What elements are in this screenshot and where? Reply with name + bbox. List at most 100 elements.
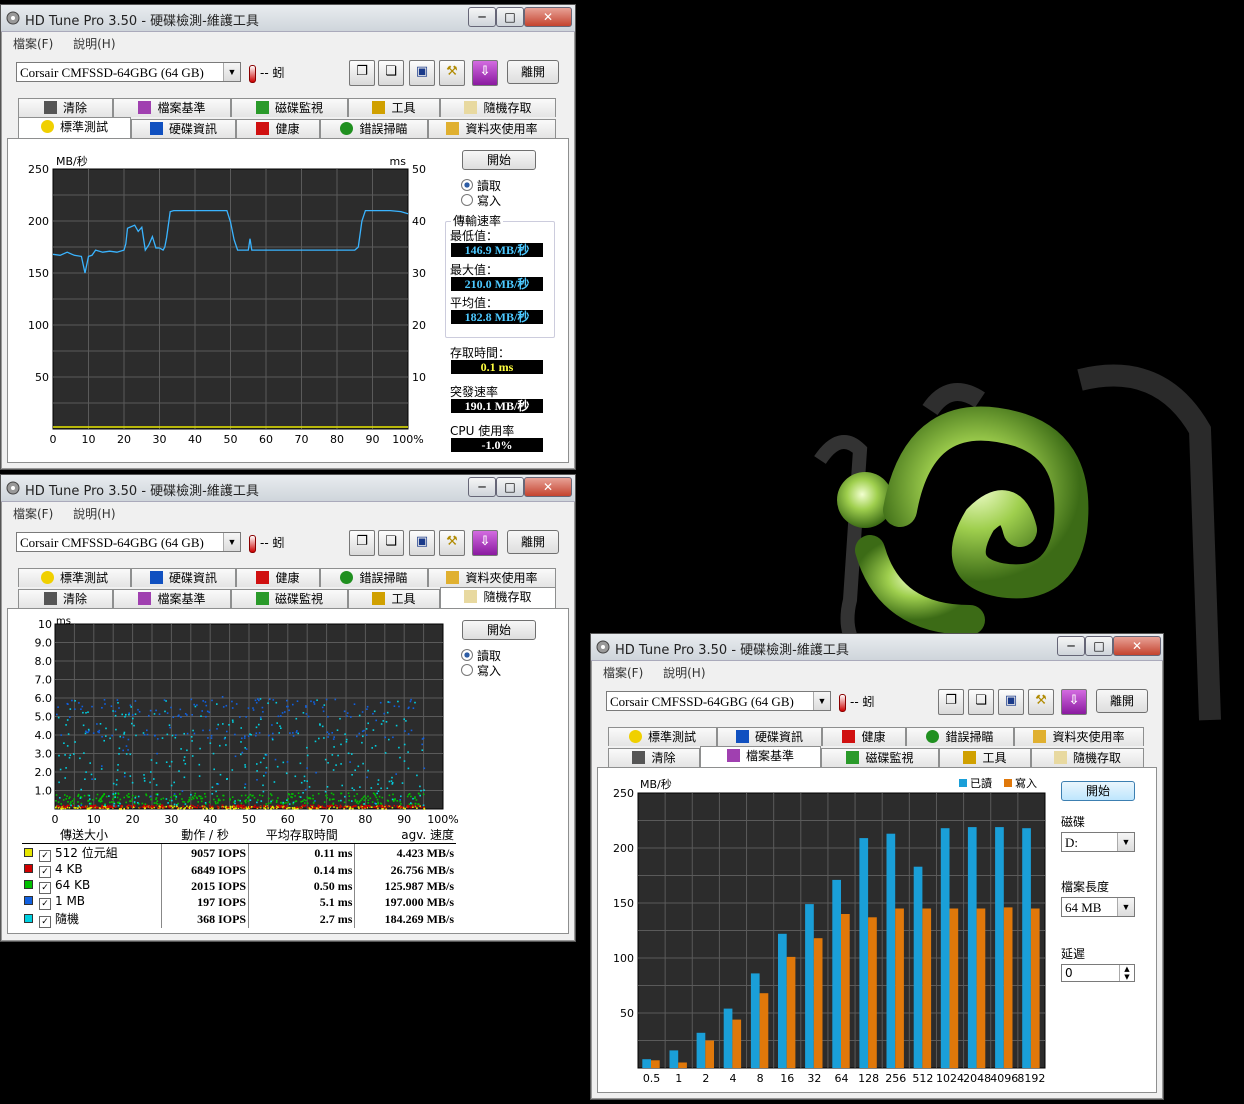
tab-folder-usage[interactable]: 資料夾使用率	[428, 119, 556, 138]
menu-help[interactable]: 說明(H)	[73, 35, 115, 52]
checkbox-checked-icon[interactable]: ✓	[39, 898, 51, 910]
tab-tools[interactable]: 工具	[939, 748, 1031, 767]
drive-select[interactable]: Corsair CMFSSD-64GBG (64 GB) ▼	[16, 532, 241, 552]
maximize-button[interactable]: □	[496, 7, 524, 27]
exit-button[interactable]: 離開	[1096, 689, 1148, 713]
start-button[interactable]: 開始	[1061, 781, 1135, 801]
tab-file-benchmark[interactable]: 檔案基準	[113, 98, 231, 117]
drive-select[interactable]: Corsair CMFSSD-64GBG (64 GB) ▼	[606, 691, 831, 711]
scatter-point	[216, 783, 218, 785]
minimize-button[interactable]: ─	[1057, 636, 1085, 656]
row-size-cell[interactable]: ✓ 隨機	[22, 910, 162, 928]
tab-info[interactable]: 硬碟資訊	[717, 727, 822, 746]
copy-text-button[interactable]: ❐	[938, 689, 964, 715]
tab-benchmark[interactable]: 標準測試	[608, 727, 717, 746]
tab-tools[interactable]: 工具	[348, 98, 440, 117]
tab-random-access[interactable]: 隨機存取	[1031, 748, 1144, 767]
scatter-point	[187, 801, 189, 803]
download-button[interactable]: ⇩	[1061, 689, 1087, 715]
copy-image-button[interactable]: ❏	[378, 60, 404, 86]
tab-erase[interactable]: 清除	[608, 748, 700, 767]
x-tick-label: 1024	[936, 1072, 964, 1085]
exit-button[interactable]: 離開	[507, 60, 559, 84]
close-button[interactable]: ✕	[1113, 636, 1161, 656]
maximize-button[interactable]: □	[1085, 636, 1113, 656]
tab-disk-monitor[interactable]: 磁碟監視	[821, 748, 939, 767]
tab-file-benchmark[interactable]: 檔案基準	[113, 589, 231, 608]
tab-health[interactable]: 健康	[236, 568, 320, 587]
download-button[interactable]: ⇩	[472, 530, 498, 556]
minimize-button[interactable]: ─	[468, 7, 496, 27]
tab-random-access[interactable]: 隨機存取	[440, 98, 556, 117]
start-button[interactable]: 開始	[462, 620, 536, 640]
title-bar[interactable]: HD Tune Pro 3.50 - 硬碟檢測-維護工具 ─ □ ✕	[1, 475, 575, 502]
copy-image-button[interactable]: ❏	[968, 689, 994, 715]
tab-random-access[interactable]: 隨機存取	[440, 587, 556, 608]
download-button[interactable]: ⇩	[472, 60, 498, 86]
scatter-point	[206, 710, 209, 713]
tab-disk-monitor[interactable]: 磁碟監視	[231, 589, 348, 608]
tab-health[interactable]: 健康	[236, 119, 320, 138]
drive-select[interactable]: Corsair CMFSSD-64GBG (64 GB) ▼	[16, 62, 241, 82]
row-size-cell[interactable]: ✓ 4 KB	[22, 862, 162, 878]
tab-erase[interactable]: 清除	[18, 589, 113, 608]
write-radio[interactable]: 寫入	[461, 192, 501, 209]
row-size-cell[interactable]: ✓ 512 位元組	[22, 843, 162, 862]
minimize-button[interactable]: ─	[468, 477, 496, 497]
checkbox-checked-icon[interactable]: ✓	[39, 866, 51, 878]
tab-tools[interactable]: 工具	[348, 589, 440, 608]
tab-folder-usage[interactable]: 資料夾使用率	[428, 568, 556, 587]
scatter-point	[326, 786, 329, 788]
tab-folder-usage[interactable]: 資料夾使用率	[1014, 727, 1144, 746]
tab-benchmark[interactable]: 標準測試	[18, 568, 131, 587]
start-button[interactable]: 開始	[462, 150, 536, 170]
tab-error-scan[interactable]: 錯誤掃瞄	[320, 568, 428, 587]
scatter-point	[322, 806, 325, 809]
copy-text-button[interactable]: ❐	[349, 60, 375, 86]
title-bar[interactable]: HD Tune Pro 3.50 - 硬碟檢測-維護工具 ─ □ ✕	[1, 5, 575, 32]
tab-erase[interactable]: 清除	[18, 98, 113, 117]
checkbox-checked-icon[interactable]: ✓	[39, 882, 51, 894]
row-size-cell[interactable]: ✓ 64 KB	[22, 878, 162, 894]
menu-help[interactable]: 說明(H)	[663, 664, 705, 681]
disk-select[interactable]: D: ▼	[1061, 832, 1135, 852]
tab-benchmark[interactable]: 標準測試	[18, 117, 131, 138]
tab-info[interactable]: 硬碟資訊	[131, 119, 236, 138]
close-button[interactable]: ✕	[524, 7, 572, 27]
save-button[interactable]: ▣	[998, 689, 1024, 715]
tab-error-scan[interactable]: 錯誤掃瞄	[320, 119, 428, 138]
scatter-point	[172, 807, 174, 809]
exit-button[interactable]: 離開	[507, 530, 559, 554]
tab-file-benchmark[interactable]: 檔案基準	[700, 746, 821, 767]
options-button[interactable]: ⚒	[439, 60, 465, 86]
maximize-button[interactable]: □	[496, 477, 524, 497]
copy-text-button[interactable]: ❐	[349, 530, 375, 556]
scatter-point	[382, 806, 385, 808]
file-length-select[interactable]: 64 MB ▼	[1061, 897, 1135, 917]
spin-arrows-icon[interactable]: ▲ ▼	[1119, 965, 1134, 981]
tab-health[interactable]: 健康	[822, 727, 906, 746]
header-access: 平均存取時間	[248, 826, 355, 844]
menu-help[interactable]: 說明(H)	[73, 505, 115, 522]
menu-file[interactable]: 檔案(F)	[13, 505, 53, 522]
tab-info[interactable]: 硬碟資訊	[131, 568, 236, 587]
checkbox-checked-icon[interactable]: ✓	[39, 916, 51, 928]
save-button[interactable]: ▣	[409, 530, 435, 556]
menu-file[interactable]: 檔案(F)	[603, 664, 643, 681]
write-radio[interactable]: 寫入	[461, 662, 501, 679]
save-button[interactable]: ▣	[409, 60, 435, 86]
scatter-point	[267, 807, 269, 809]
tab-error-scan[interactable]: 錯誤掃瞄	[906, 727, 1014, 746]
menu-file[interactable]: 檔案(F)	[13, 35, 53, 52]
options-button[interactable]: ⚒	[439, 530, 465, 556]
row-size-cell[interactable]: ✓ 1 MB	[22, 894, 162, 910]
options-button[interactable]: ⚒	[1028, 689, 1054, 715]
title-bar[interactable]: HD Tune Pro 3.50 - 硬碟檢測-維護工具 ─ □ ✕	[591, 634, 1163, 661]
scatter-point	[101, 765, 103, 767]
checkbox-checked-icon[interactable]: ✓	[39, 850, 51, 862]
tab-disk-monitor[interactable]: 磁碟監視	[231, 98, 348, 117]
close-button[interactable]: ✕	[524, 477, 572, 497]
copy-image-button[interactable]: ❏	[378, 530, 404, 556]
scatter-point	[167, 805, 169, 807]
delay-stepper[interactable]: 0 ▲ ▼	[1061, 964, 1135, 982]
